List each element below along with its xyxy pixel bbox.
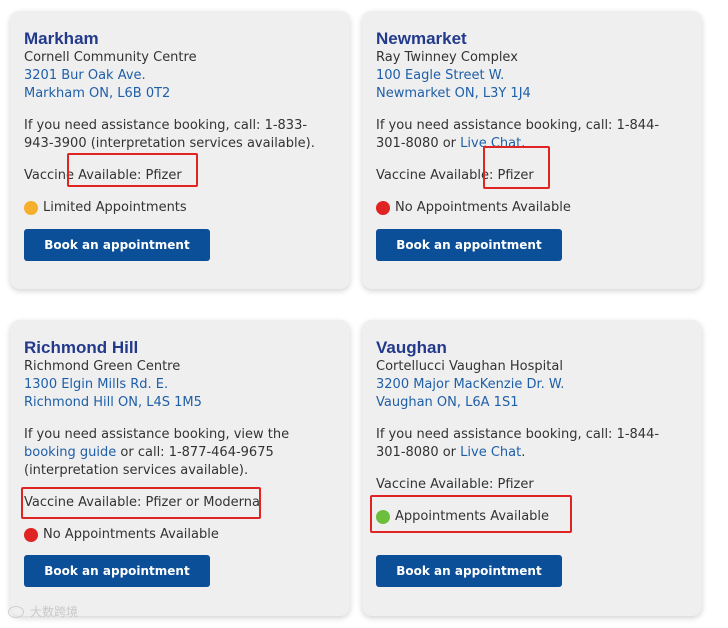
assistance-text-main: If you need assistance booking, view the: [24, 427, 290, 442]
assistance-text-end: .: [521, 136, 526, 151]
availability-status: Limited Appointments: [24, 199, 336, 217]
status-dot-icon: [376, 510, 390, 524]
clinic-address-line-2[interactable]: Newmarket ON, L3Y 1J4: [376, 85, 688, 103]
clinic-address-line-2[interactable]: Markham ON, L6B 0T2: [24, 85, 336, 103]
availability-status: No Appointments Available: [24, 526, 336, 544]
clinic-facility-name: Cornell Community Centre: [24, 50, 197, 65]
clinic-city-title: Vaughan: [376, 338, 447, 357]
assistance-text: If you need assistance booking, call: 1-…: [376, 117, 688, 153]
watermark-logo-icon: [8, 605, 24, 618]
book-appointment-button[interactable]: Book an appointment: [24, 555, 210, 587]
book-appointment-button[interactable]: Book an appointment: [24, 229, 210, 261]
clinic-address-line-2[interactable]: Vaughan ON, L6A 1S1: [376, 394, 688, 412]
assistance-text: If you need assistance booking, call: 1-…: [24, 117, 336, 153]
availability-status-text: No Appointments Available: [43, 527, 219, 542]
clinic-address-line-1[interactable]: 1300 Elgin Mills Rd. E.: [24, 376, 336, 394]
availability-status-text: Appointments Available: [395, 509, 550, 524]
status-dot-icon: [24, 528, 38, 542]
watermark-text: 大数跨境: [30, 605, 79, 619]
clinic-card-richmond-hill: Richmond Hill Richmond Green Centre 1300…: [10, 320, 350, 616]
assistance-text-main: If you need assistance booking, call: 1-…: [24, 118, 315, 151]
booking-guide-link[interactable]: booking guide: [24, 445, 116, 460]
availability-status-text: No Appointments Available: [395, 200, 571, 215]
assistance-text: If you need assistance booking, call: 1-…: [376, 426, 688, 462]
clinic-city-title: Newmarket: [376, 29, 467, 48]
clinic-address-line-1[interactable]: 100 Eagle Street W.: [376, 67, 688, 85]
live-chat-link[interactable]: Live Chat: [460, 445, 521, 460]
watermark: 大数跨境: [8, 603, 78, 620]
status-dot-icon: [376, 201, 390, 215]
assistance-text-end: .: [521, 445, 526, 460]
book-appointment-button[interactable]: Book an appointment: [376, 555, 562, 587]
clinic-address-line-1[interactable]: 3200 Major MacKenzie Dr. W.: [376, 376, 688, 394]
vaccine-available-text: Vaccine Available: Pfizer: [24, 168, 182, 183]
status-dot-icon: [24, 201, 38, 215]
clinic-card-vaughan: Vaughan Cortellucci Vaughan Hospital 320…: [362, 320, 702, 616]
vaccine-available-row: Vaccine Available: Pfizer: [376, 146, 688, 189]
clinic-facility-name: Ray Twinney Complex: [376, 50, 518, 65]
availability-status-text: Limited Appointments: [43, 200, 187, 215]
vaccine-available-text: Vaccine Available: Pfizer: [376, 168, 534, 183]
clinic-address-line-1[interactable]: 3201 Bur Oak Ave.: [24, 67, 336, 85]
assistance-text: If you need assistance booking, view the…: [24, 426, 336, 480]
live-chat-link[interactable]: Live Chat: [460, 136, 521, 151]
clinic-card-newmarket: Newmarket Ray Twinney Complex 100 Eagle …: [362, 11, 702, 289]
clinic-city-title: Richmond Hill: [24, 338, 139, 357]
vaccine-available-row: Vaccine Available: Pfizer: [376, 476, 688, 494]
vaccine-available-row: Vaccine Available: Pfizer or Moderna: [21, 487, 336, 519]
clinic-card-markham: Markham Cornell Community Centre 3201 Bu…: [10, 11, 350, 289]
availability-status: No Appointments Available: [376, 199, 688, 217]
clinic-facility-name: Richmond Green Centre: [24, 359, 181, 374]
availability-status: Appointments Available: [370, 495, 688, 533]
vaccine-available-row: Vaccine Available: Pfizer: [24, 153, 336, 187]
vaccine-available-text: Vaccine Available: Pfizer or Moderna: [24, 495, 260, 510]
clinic-address-line-2[interactable]: Richmond Hill ON, L4S 1M5: [24, 394, 336, 412]
clinic-facility-name: Cortellucci Vaughan Hospital: [376, 359, 563, 374]
clinic-city-title: Markham: [24, 29, 99, 48]
book-appointment-button[interactable]: Book an appointment: [376, 229, 562, 261]
vaccine-available-text: Vaccine Available: Pfizer: [376, 477, 534, 492]
